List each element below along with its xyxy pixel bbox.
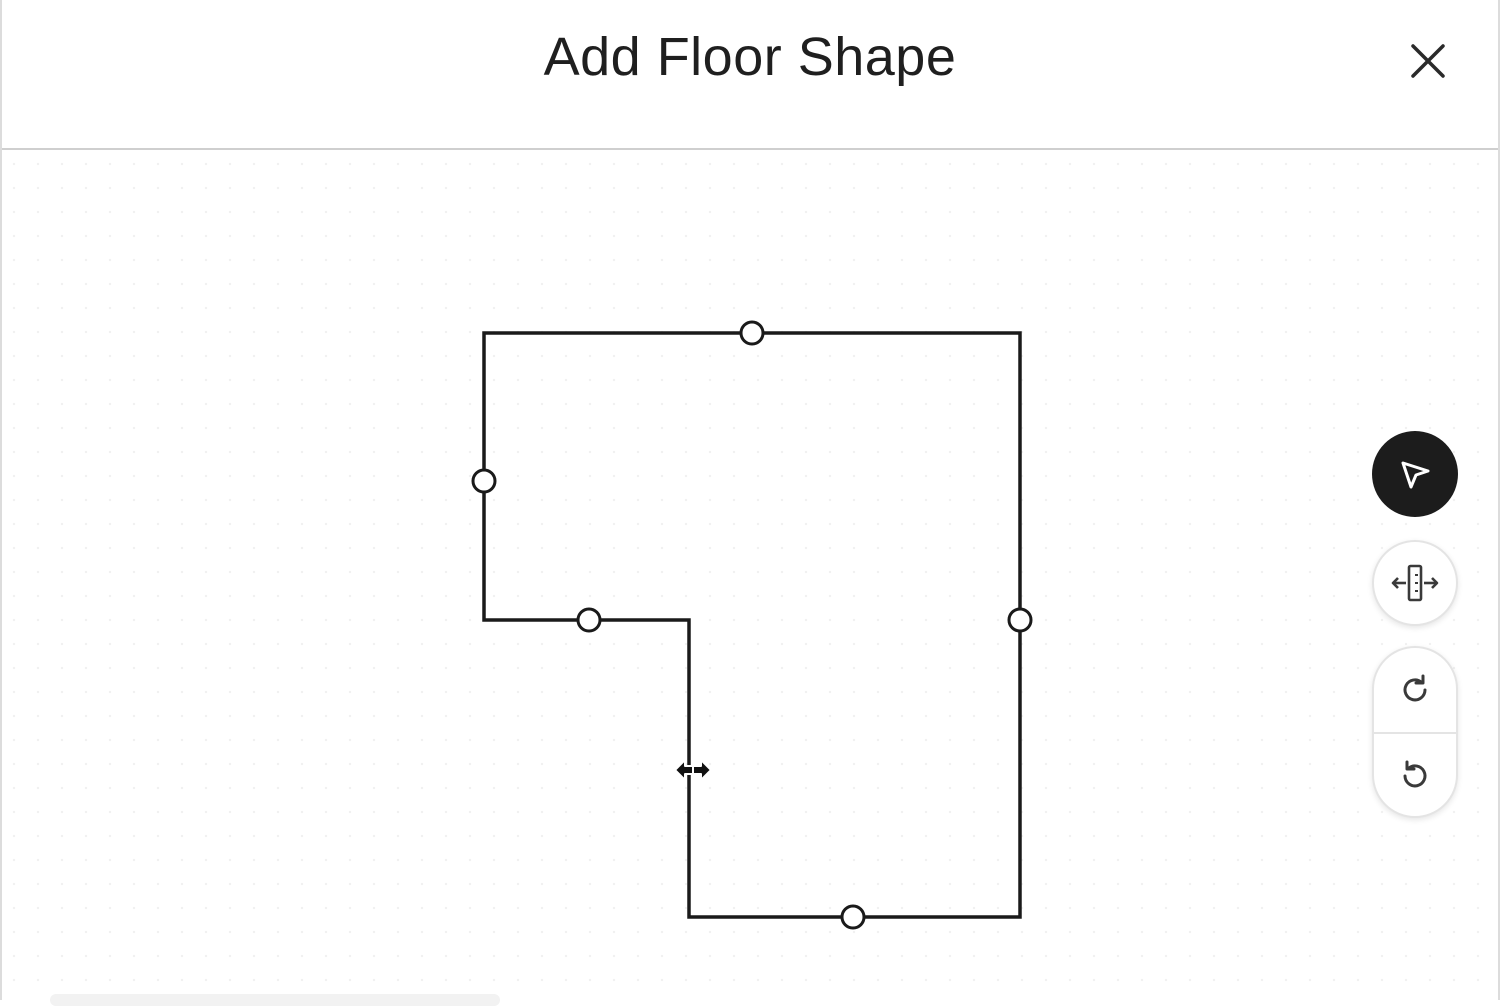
wall-handle-left[interactable] bbox=[471, 468, 497, 494]
select-tool-button[interactable] bbox=[1372, 431, 1458, 517]
undo-button[interactable] bbox=[1374, 734, 1456, 816]
wall-handle-bottom[interactable] bbox=[840, 904, 866, 930]
floor-outline[interactable] bbox=[482, 331, 1022, 919]
floor-canvas[interactable] bbox=[2, 152, 1498, 1006]
wall-handle-right[interactable] bbox=[1007, 607, 1033, 633]
undo-icon bbox=[1403, 760, 1427, 788]
redo-icon bbox=[1403, 674, 1427, 702]
canvas-footer-bar bbox=[50, 994, 500, 1006]
wall-handle-inner-horizontal[interactable] bbox=[576, 607, 602, 633]
dialog-title: Add Floor Shape bbox=[543, 27, 957, 87]
split-wall-icon bbox=[1391, 564, 1439, 602]
split-wall-tool-button[interactable] bbox=[1372, 540, 1458, 626]
cursor-arrow-icon bbox=[1401, 461, 1430, 489]
redo-button[interactable] bbox=[1374, 648, 1456, 734]
close-icon bbox=[1411, 44, 1445, 78]
dialog-header: Add Floor Shape bbox=[2, 0, 1498, 150]
add-floor-shape-dialog: Add Floor Shape bbox=[0, 0, 1500, 1006]
wall-handle-top[interactable] bbox=[739, 320, 765, 346]
close-button[interactable] bbox=[1400, 33, 1456, 89]
history-controls bbox=[1372, 646, 1458, 818]
resize-horizontal-cursor-icon bbox=[674, 756, 712, 784]
